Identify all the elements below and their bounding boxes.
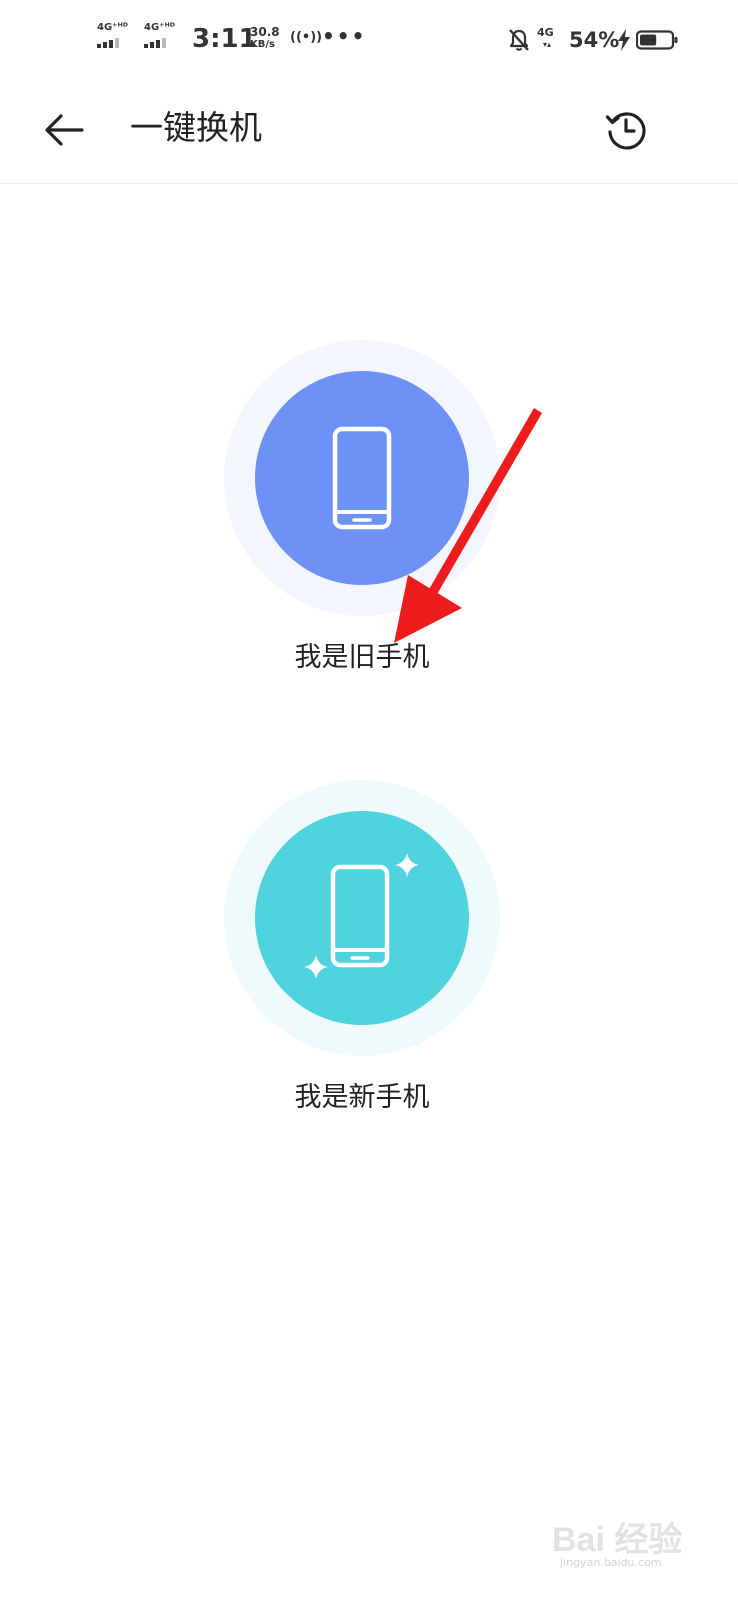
sim1-signal-icon: 4G⁺ᴴᴰ [97, 22, 141, 52]
history-clock-icon [605, 112, 646, 150]
history-button[interactable] [598, 102, 654, 158]
bell-off-icon [509, 29, 529, 51]
new-phone-label[interactable]: 我是新手机 [224, 1075, 500, 1114]
page-title: 一键换机 [130, 108, 262, 147]
app-header: 一键换机 [0, 80, 738, 184]
status-bar: 4G⁺ᴴᴰ 4G⁺ᴴᴰ 3:11 30.8 KB/s ((•)) ••• 4G … [0, 0, 738, 80]
annotation-arrow-icon [394, 408, 542, 643]
baidu-jingyan-watermark: Bai 经验 jingyan.baidu.com [548, 1512, 698, 1584]
more-notifications-icon: ••• [322, 24, 367, 48]
arrow-left-icon [45, 114, 84, 146]
new-phone-halo [224, 780, 500, 1056]
watermark-brand: Bai 经验 [552, 1521, 683, 1559]
watermark-url: jingyan.baidu.com [560, 1556, 662, 1569]
phone-sparkle-icon [304, 853, 419, 979]
battery-icon [636, 30, 678, 50]
back-button[interactable] [36, 102, 92, 158]
sim2-label: 4G⁺ᴴᴰ [144, 22, 175, 33]
network-speed-unit: KB/s [250, 39, 275, 50]
hotspot-icon: ((•)) [290, 30, 323, 45]
sim2-signal-icon: 4G⁺ᴴᴰ [144, 22, 188, 52]
charging-icon [618, 29, 630, 51]
network-type: 4G [537, 26, 554, 39]
status-time: 3:11 [192, 24, 257, 54]
battery-percent: 54% [569, 28, 620, 52]
network-speed-value: 30.8 [250, 25, 280, 39]
sim1-label: 4G⁺ᴴᴰ [97, 22, 128, 33]
mobile-data-icon: 4G ▾▴ [537, 26, 554, 49]
new-phone-disc[interactable] [255, 811, 469, 1025]
new-phone-option[interactable]: 我是新手机 [224, 780, 500, 1113]
network-speed: 30.8 KB/s [250, 25, 284, 51]
